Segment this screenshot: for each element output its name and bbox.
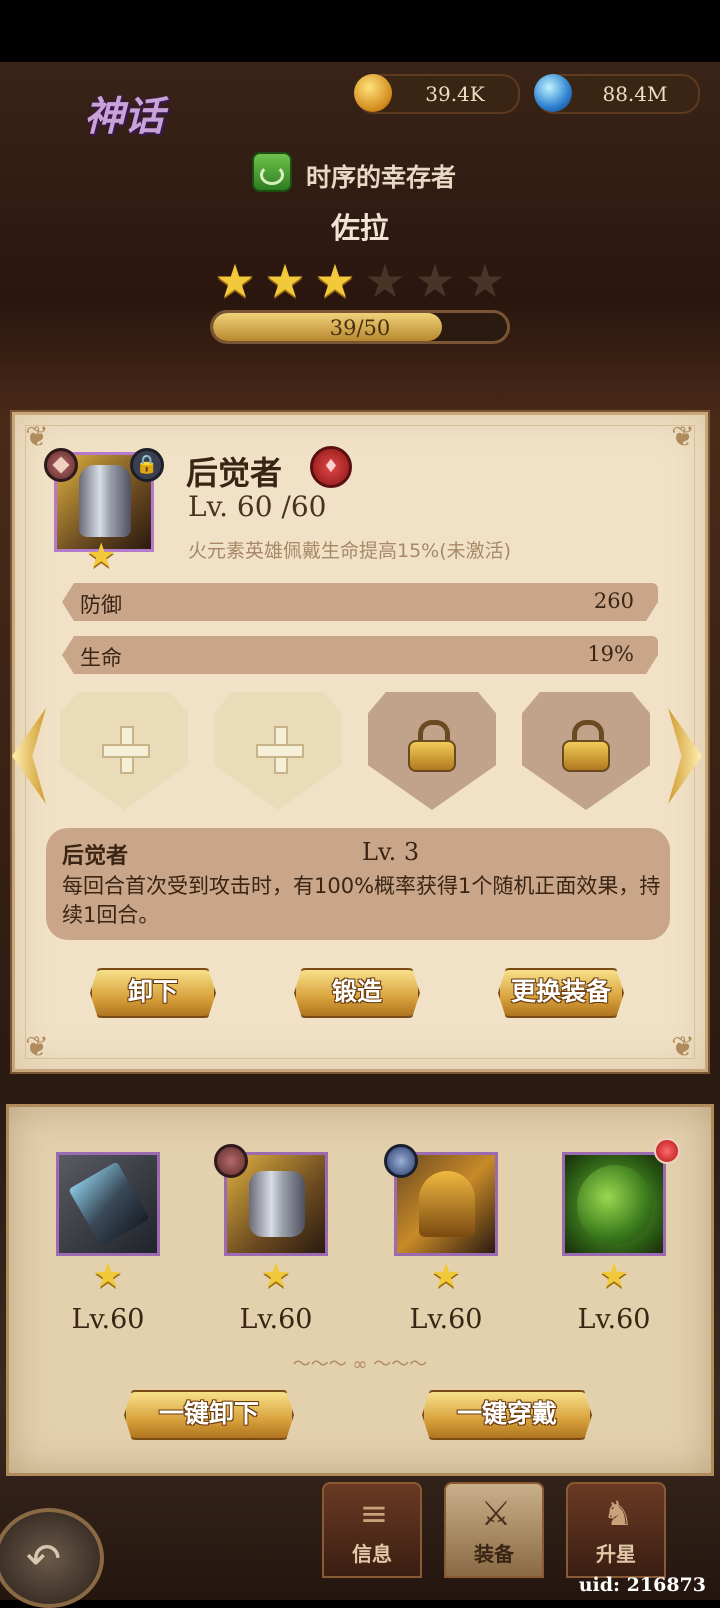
item-type-badge-icon [214, 1144, 248, 1178]
item-star-icon: ★ [260, 1256, 292, 1296]
star-empty-icon: ★ [414, 254, 456, 308]
rarity-label: 神话 [84, 94, 164, 140]
tab-label: 升星 [596, 1542, 636, 1566]
back-button[interactable]: ↶ [0, 1508, 104, 1608]
stat-value: 19% [587, 642, 634, 666]
tab-star-up[interactable]: ♞ 升星 [566, 1482, 666, 1578]
equipment-skill-box: 后觉者 Lv. 3 每回合首次受到攻击时，有100%概率获得1个随机正面效果，持… [46, 828, 670, 940]
star-filled-icon: ★ [214, 254, 256, 308]
gem-orb-icon [534, 74, 572, 112]
item-star-icon: ★ [598, 1256, 630, 1296]
unequip-button[interactable]: 卸下 [90, 968, 216, 1018]
gold-amount: 39.4K [425, 82, 485, 106]
stat-row-hp: 生命 19% [62, 636, 658, 674]
gold-coin-icon [354, 74, 392, 112]
corner-ornament-icon: ❦ [25, 420, 49, 453]
add-icon [256, 726, 304, 774]
stat-label: 生命 [80, 646, 122, 670]
item-star-icon: ★ [430, 1256, 462, 1296]
tab-label: 信息 [352, 1542, 392, 1566]
item-level: Lv.60 [577, 1304, 651, 1335]
stat-row-defense: 防御 260 [62, 583, 658, 621]
star-empty-icon: ★ [364, 254, 406, 308]
item-level: Lv.60 [409, 1304, 483, 1335]
add-icon [102, 726, 150, 774]
notification-dot-icon [654, 1138, 680, 1164]
helmet-icon [419, 1171, 475, 1237]
equip-all-button[interactable]: 一键穿戴 [422, 1390, 592, 1440]
lock-toggle-icon[interactable]: 🔒 [130, 448, 164, 482]
hero-name: 佐拉 [330, 211, 389, 245]
equipment-set-effect: 火元素英雄佩戴生命提高15%(未激活) [188, 540, 512, 562]
ornamental-divider: ～～～ ∞ ～～～ [292, 1354, 428, 1375]
turtle-shell-icon [577, 1165, 653, 1245]
equipped-slot-weapon[interactable] [56, 1152, 160, 1256]
equipment-level: Lv. 60 /60 [188, 490, 327, 523]
fire-element-icon: ♦ [310, 446, 352, 488]
gem-counter[interactable]: 88.4M [534, 74, 700, 114]
star-filled-icon: ★ [314, 254, 356, 308]
star-empty-icon: ★ [464, 254, 506, 308]
item-type-badge-icon [384, 1144, 418, 1178]
star-progress-text: 39/50 [329, 316, 391, 340]
padlock-icon [562, 720, 610, 772]
replace-equipment-button[interactable]: 更换装备 [498, 968, 624, 1018]
equipment-type-badge-icon [44, 448, 78, 482]
stat-value: 260 [593, 589, 634, 613]
unequip-all-button[interactable]: 一键卸下 [124, 1390, 294, 1440]
star-progress-bar: 39/50 [210, 310, 510, 344]
tab-label: 装备 [474, 1542, 514, 1566]
armor-icon [249, 1171, 305, 1237]
tab-info[interactable]: ≡ 信息 [322, 1482, 422, 1578]
skill-level: Lv. 3 [362, 838, 420, 866]
corner-ornament-icon: ❦ [671, 1030, 695, 1063]
user-id: uid: 216873 [578, 1574, 706, 1596]
tab-equipment[interactable]: ⚔ 装备 [444, 1482, 544, 1578]
horse-head-icon: ♞ [602, 1494, 634, 1534]
item-level: Lv.60 [239, 1304, 313, 1335]
back-arrow-icon: ↶ [26, 1534, 62, 1583]
equipment-star-icon: ★ [86, 536, 117, 576]
forge-button[interactable]: 锻造 [294, 968, 420, 1018]
corner-ornament-icon: ❦ [671, 420, 695, 453]
star-filled-icon: ★ [264, 254, 306, 308]
hero-star-rating: ★ ★ ★ ★ ★ ★ [212, 258, 508, 304]
skill-description: 每回合首次受到攻击时，有100%概率获得1个随机正面效果，持续1回合。 [62, 874, 661, 927]
gold-counter[interactable]: 39.4K [354, 74, 520, 114]
trident-icon: ⚔ [480, 1494, 512, 1534]
hero-title: 时序的幸存者 [306, 163, 457, 192]
item-star-icon: ★ [92, 1256, 124, 1296]
padlock-icon [408, 720, 456, 772]
hero-title-badge-icon [252, 152, 292, 192]
gem-amount: 88.4M [602, 82, 668, 106]
hammer-weapon-icon [68, 1161, 150, 1247]
stat-label: 防御 [80, 593, 122, 617]
scroll-icon: ≡ [359, 1494, 389, 1534]
equipment-name: 后觉者 [186, 454, 283, 492]
equipped-slot-accessory[interactable] [562, 1152, 666, 1256]
item-level: Lv.60 [71, 1304, 145, 1335]
corner-ornament-icon: ❦ [25, 1030, 49, 1063]
skill-name: 后觉者 [62, 844, 129, 869]
